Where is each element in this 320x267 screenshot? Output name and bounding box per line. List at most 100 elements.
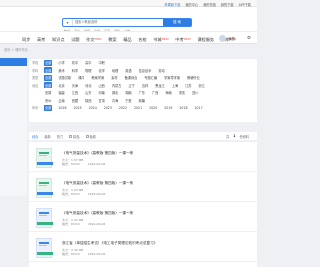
filter-option[interactable]: 江西 <box>71 90 79 96</box>
checkbox[interactable] <box>85 135 89 138</box>
filter-option[interactable]: 海南 <box>164 90 172 96</box>
filter-option[interactable]: 四川 <box>191 90 199 96</box>
filter-option[interactable]: 英语 <box>124 67 132 73</box>
filter-option[interactable]: 全部 <box>44 82 53 89</box>
nav-item[interactable]: 精品 <box>123 37 131 43</box>
filter-option[interactable]: 初中 <box>71 60 79 66</box>
filter-option[interactable]: 化学 <box>98 67 106 73</box>
filter-option[interactable]: 江苏 <box>184 82 192 88</box>
filter-option[interactable]: 贵州 <box>44 97 52 103</box>
filter-option[interactable]: 辽宁 <box>127 82 135 88</box>
avatar[interactable] <box>219 35 227 42</box>
filter-option[interactable]: 河南 <box>98 90 106 96</box>
filter-option[interactable]: 2022 <box>118 105 128 110</box>
filter-option[interactable]: 内蒙古 <box>111 82 123 88</box>
filter-option[interactable]: 备课综合 <box>124 75 139 81</box>
user-label[interactable]: 我的 <box>228 36 235 41</box>
nav-item[interactable]: 高考 <box>37 37 45 43</box>
document-thumbnail[interactable] <box>36 238 53 258</box>
nav-item[interactable]: 中考NEW <box>175 37 191 43</box>
filter-option[interactable]: 素材 <box>110 75 118 81</box>
filter-option[interactable]: 专题汇编 <box>143 75 158 81</box>
sort-tab[interactable]: 热门 <box>57 134 63 139</box>
filter-option[interactable]: 中职 <box>98 60 106 66</box>
filter-option[interactable]: 劳动 <box>157 67 165 73</box>
left-category-active[interactable] <box>0 58 27 66</box>
filter-option[interactable]: 全部 <box>44 59 53 66</box>
filter-option[interactable]: 2018 <box>178 105 188 110</box>
filter-option[interactable]: 教案学案 <box>91 75 106 81</box>
item-title[interactable]: 《电气测量技术》（高教版·第四版）一课一练 <box>62 181 133 186</box>
filter-option[interactable]: 上海 <box>171 82 179 88</box>
filter-option[interactable]: 黑龙江 <box>154 82 166 88</box>
filter-option[interactable]: 学案导学案 <box>163 75 181 81</box>
filter-option[interactable]: 物理 <box>84 67 92 73</box>
filter-option[interactable]: 2021 <box>133 105 143 110</box>
nav-item[interactable]: 名校 <box>138 37 146 43</box>
gear-icon[interactable]: ⚙ <box>247 36 251 41</box>
filter-option[interactable]: 全部 <box>44 74 53 81</box>
filter-option[interactable]: 高中 <box>84 60 92 66</box>
filter-option[interactable]: 陕西 <box>84 97 92 103</box>
filter-option[interactable]: 宁夏 <box>124 97 132 103</box>
top-link[interactable]: 苹果版下载 <box>164 2 180 7</box>
item-title[interactable]: 浙江省（单独招生考试）《电工电子类理论知识考点总复习》 <box>62 241 157 246</box>
filter-option[interactable]: 浙江 <box>198 82 206 88</box>
filter-option[interactable]: 科学 <box>71 67 79 73</box>
filter-option[interactable]: 全部 <box>44 104 53 111</box>
filter-option[interactable]: 2017 <box>194 105 204 110</box>
filter-option[interactable]: 山西 <box>98 82 106 88</box>
filter-option[interactable]: 北京 <box>57 82 65 88</box>
sort-tab[interactable]: 最新 <box>44 134 50 139</box>
search-button[interactable]: 搜 索 <box>163 18 191 26</box>
item-title[interactable]: 《电气测量技术》（高教版·第四版）一课一练 <box>62 211 133 216</box>
top-link[interactable]: 我的下载 <box>221 2 234 7</box>
filter-option[interactable]: 2020 <box>148 105 158 110</box>
filter-option[interactable]: 天津 <box>71 82 79 88</box>
filter-option[interactable]: 教辅作业 <box>186 75 201 81</box>
filter-option[interactable]: 湖南 <box>124 90 132 96</box>
filter-option[interactable]: 2025 <box>73 105 83 110</box>
nav-item[interactable]: 作文NEW <box>86 37 102 43</box>
nav-item[interactable]: 试题 <box>71 37 79 43</box>
filter-option[interactable]: 重庆 <box>178 90 186 96</box>
checkbox-filter[interactable]: 精品 <box>69 134 80 139</box>
filter-option[interactable]: 新疆 <box>138 97 146 103</box>
filter-option[interactable]: 青海 <box>111 97 119 103</box>
filter-option[interactable]: 课件 <box>77 75 85 81</box>
filter-option[interactable]: 山东 <box>84 90 92 96</box>
filter-option[interactable]: 2023 <box>103 105 113 110</box>
filter-option[interactable]: 试题试卷 <box>57 75 72 81</box>
top-link[interactable]: 我的充值 <box>203 2 216 7</box>
nav-item[interactable]: 书城NEW <box>153 37 169 43</box>
filter-option[interactable]: 小学 <box>57 60 65 66</box>
filter-option[interactable]: 全部 <box>44 67 53 74</box>
nav-item[interactable]: 同步 <box>22 37 30 43</box>
document-thumbnail[interactable] <box>36 178 53 198</box>
list-item[interactable]: 浙江省（单独招生考试）《电工电子类理论知识考点总复习》 大小：2.36 MB 格式：… <box>29 232 257 262</box>
filter-option[interactable]: 广东 <box>138 90 146 96</box>
search-input[interactable] <box>73 20 163 24</box>
document-thumbnail[interactable] <box>36 148 53 168</box>
item-title[interactable]: 《电气测量技术》（高教版·第四版）一课一练 <box>62 151 133 156</box>
list-item[interactable]: 《电气测量技术》（高教版·第四版）一课一练 大小：1.57 MB 格式：DOCX 20… <box>29 142 257 172</box>
document-thumbnail[interactable] <box>36 208 53 228</box>
filter-option[interactable]: 广西 <box>151 90 159 96</box>
user-menu[interactable]: 我的 <box>219 35 235 42</box>
top-link[interactable]: 我的中心 <box>185 2 198 7</box>
filter-option[interactable]: 西藏 <box>71 97 79 103</box>
filter-option[interactable]: 2019 <box>163 105 173 110</box>
top-link[interactable]: APP下载 <box>239 2 251 7</box>
sort-tab[interactable]: 综合 <box>32 134 38 139</box>
nav-item[interactable]: 知识点 <box>52 37 65 43</box>
list-item[interactable]: 《电气测量技术》（高教版·第四版）一课一练 大小：1.93 MB 格式：DOCX 20… <box>29 172 257 202</box>
nav-item[interactable]: 教案 <box>108 37 116 43</box>
filter-option[interactable]: 信息技术 <box>138 67 153 73</box>
nav-item[interactable]: 课程服务 <box>197 37 214 43</box>
filter-option[interactable]: 2024 <box>88 105 98 110</box>
filter-option[interactable]: 福建 <box>57 90 65 96</box>
filter-option[interactable]: 地理 <box>111 67 119 73</box>
list-item[interactable]: 《电气测量技术》（高教版·第四版）一课一练 大小：1.02 MB 格式：DOCX 20… <box>29 202 257 232</box>
checkbox[interactable] <box>69 135 73 138</box>
search-category-dropdown[interactable]: ▾ <box>63 18 73 26</box>
